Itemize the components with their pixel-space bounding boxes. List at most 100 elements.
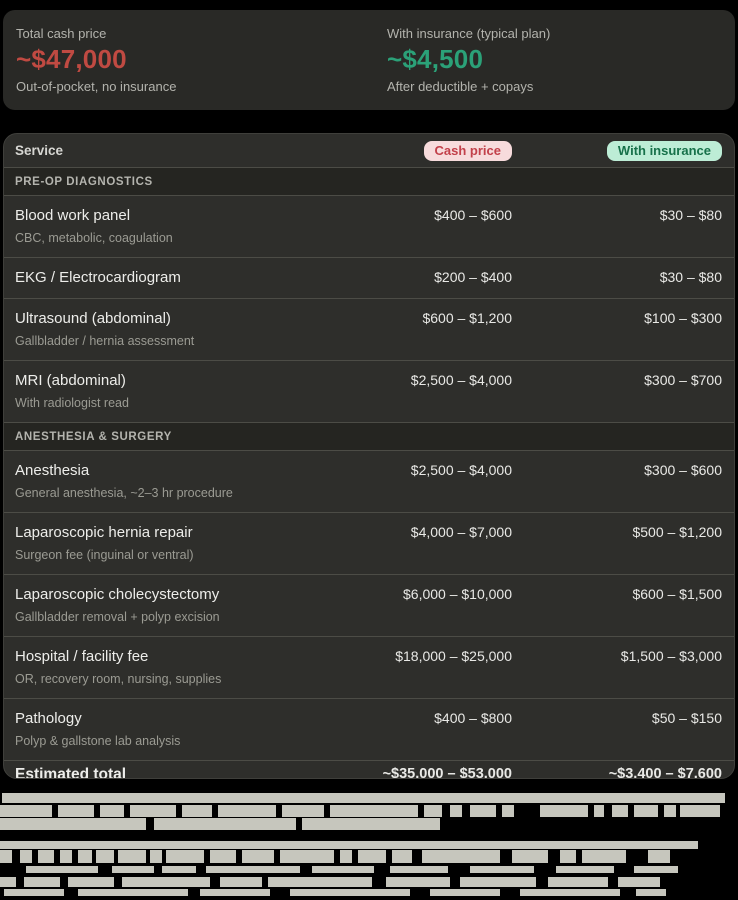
- redacted-text-block: [540, 805, 588, 817]
- service-cell: Ultrasound (abdominal)Gallbladder / hern…: [15, 309, 352, 349]
- service-subtitle: OR, recovery room, nursing, supplies: [15, 671, 352, 687]
- redacted-text-block: [302, 818, 440, 830]
- redacted-text-block: [268, 877, 372, 887]
- redacted-text-block: [280, 850, 334, 863]
- redacted-text-block: [502, 805, 514, 817]
- redacted-text-block: [242, 850, 274, 863]
- cash-price-badge: Cash price: [424, 141, 512, 161]
- redacted-text-block: [26, 866, 98, 873]
- redacted-text-block: [182, 805, 212, 817]
- service-subtitle: Polyp & gallstone lab analysis: [15, 733, 352, 749]
- cash-price-cell: $6,000 – $10,000: [403, 585, 512, 604]
- service-name: Blood work panel: [15, 206, 352, 225]
- redacted-text-block: [312, 866, 374, 873]
- redacted-text-block: [470, 805, 496, 817]
- table-row: Blood work panel CBC, metabolic, coagulat…: [4, 196, 734, 258]
- redacted-text-block: [582, 850, 626, 863]
- redacted-text-block: [392, 850, 412, 863]
- service-cell: PathologyPolyp & gallstone lab analysis: [15, 709, 352, 749]
- service-subtitle: Gallbladder removal + polyp excision: [15, 609, 352, 625]
- redacted-text-block: [122, 877, 210, 887]
- insurance-price-cell: $100 – $300: [644, 309, 722, 328]
- table-row: EKG / Electrocardiogram$200 – $400$30 – …: [4, 258, 734, 299]
- redacted-text-block: [636, 889, 666, 896]
- cash-price-caption: Out-of-pocket, no insurance: [16, 79, 364, 94]
- redacted-text-block: [560, 850, 576, 863]
- service-name: Laparoscopic hernia repair: [15, 523, 352, 542]
- redacted-text-block: [290, 889, 410, 896]
- service-name: Hospital / facility fee: [15, 647, 352, 666]
- redacted-text-block: [24, 877, 60, 887]
- cash-price-cell: $400 – $800: [434, 709, 512, 728]
- redacted-text-block: [60, 850, 72, 863]
- redacted-text-block: [430, 889, 500, 896]
- insurance-badge: With insurance: [607, 141, 722, 161]
- service-cell: EKG / Electrocardiogram: [15, 268, 352, 287]
- service-name: Estimated total: [15, 766, 126, 779]
- cash-price-cell: $18,000 – $25,000: [395, 647, 512, 666]
- cash-price-cell: ~$35,000 – $53,000: [383, 765, 512, 779]
- insurance-price-cell: $50 – $150: [652, 709, 722, 728]
- redacted-text-block: [520, 889, 620, 896]
- redacted-text-block: [460, 877, 536, 887]
- summary-card-cash: Total cash price ~$47,000 Out-of-pocket,…: [3, 10, 364, 110]
- table-row: Ultrasound (abdominal)Gallbladder / hern…: [4, 299, 734, 361]
- redacted-text-block: [424, 805, 442, 817]
- redacted-text-block: [100, 805, 124, 817]
- insurance-price-cell: $500 – $1,200: [632, 523, 722, 542]
- service-column-header: Service: [15, 143, 352, 158]
- cash-price-cell: $600 – $1,200: [422, 309, 512, 328]
- cost-table: Service Cash price With insurance PRE-OP…: [3, 133, 735, 779]
- insurance-price-caption: After deductible + copays: [387, 79, 735, 94]
- redacted-text-block: [556, 866, 614, 873]
- redacted-text-block: [130, 805, 176, 817]
- service-name: Laparoscopic cholecystectomy: [15, 585, 352, 604]
- redacted-text-block: [612, 805, 628, 817]
- cash-price-cell: $4,000 – $7,000: [411, 523, 512, 542]
- insurance-price-cell: $600 – $1,500: [632, 585, 722, 604]
- service-cell: Blood work panel CBC, metabolic, coagulat…: [15, 206, 352, 246]
- redacted-text-block: [512, 850, 548, 863]
- cash-price-cell: $200 – $400: [434, 268, 512, 287]
- service-subtitle: General anesthesia, ~2–3 hr procedure: [15, 485, 352, 501]
- redacted-text-block: [154, 818, 296, 830]
- redacted-text-block: [0, 877, 16, 887]
- service-subtitle: With radiologist read: [15, 395, 352, 411]
- redacted-text-block: [150, 850, 162, 863]
- service-name: EKG / Electrocardiogram: [15, 268, 352, 287]
- total-row: Estimated total~$35,000 – $53,000~$3,400…: [4, 761, 734, 779]
- section-header: PRE-OP DIAGNOSTICS: [4, 168, 734, 196]
- insurance-price-cell: $30 – $80: [660, 206, 722, 225]
- redacted-text-block: [422, 850, 500, 863]
- redacted-text-block: [340, 850, 352, 863]
- redacted-text-block: [330, 805, 418, 817]
- redacted-text-block: [618, 877, 660, 887]
- redacted-text-block: [220, 877, 262, 887]
- redacted-text-block: [470, 866, 534, 873]
- insurance-price-cell: $300 – $600: [644, 461, 722, 480]
- insurance-price-cell: $300 – $700: [644, 371, 722, 390]
- service-cell: AnesthesiaGeneral anesthesia, ~2–3 hr pr…: [15, 461, 352, 501]
- service-cell: Hospital / facility fee OR, recovery room…: [15, 647, 352, 687]
- redacted-text-block: [38, 850, 54, 863]
- redacted-text-block: [594, 805, 604, 817]
- redacted-text-block: [200, 889, 270, 896]
- service-subtitle: CBC, metabolic, coagulation: [15, 230, 352, 246]
- service-cell: Laparoscopic hernia repair Surgeon fee (i…: [15, 523, 352, 563]
- redacted-text-block: [548, 877, 608, 887]
- redacted-text-block: [4, 889, 64, 896]
- service-subtitle: Surgeon fee (inguinal or ventral): [15, 547, 352, 563]
- service-cell: Estimated total: [15, 765, 352, 779]
- cash-price-value: ~$47,000: [16, 44, 364, 75]
- cash-price-cell: $2,500 – $4,000: [411, 461, 512, 480]
- service-name: MRI (abdominal): [15, 371, 352, 390]
- redacted-text-block: [218, 805, 276, 817]
- summary-band: Total cash price ~$47,000 Out-of-pocket,…: [3, 10, 735, 110]
- redacted-text-block: [664, 805, 676, 817]
- service-cell: MRI (abdominal) With radiologist read: [15, 371, 352, 411]
- redacted-text-block: [0, 818, 146, 830]
- redacted-text-block: [680, 805, 720, 817]
- summary-card-insurance: With insurance (typical plan) ~$4,500 Af…: [364, 10, 735, 110]
- table-row: Hospital / facility fee OR, recovery room…: [4, 637, 734, 699]
- redacted-text-block: [112, 866, 154, 873]
